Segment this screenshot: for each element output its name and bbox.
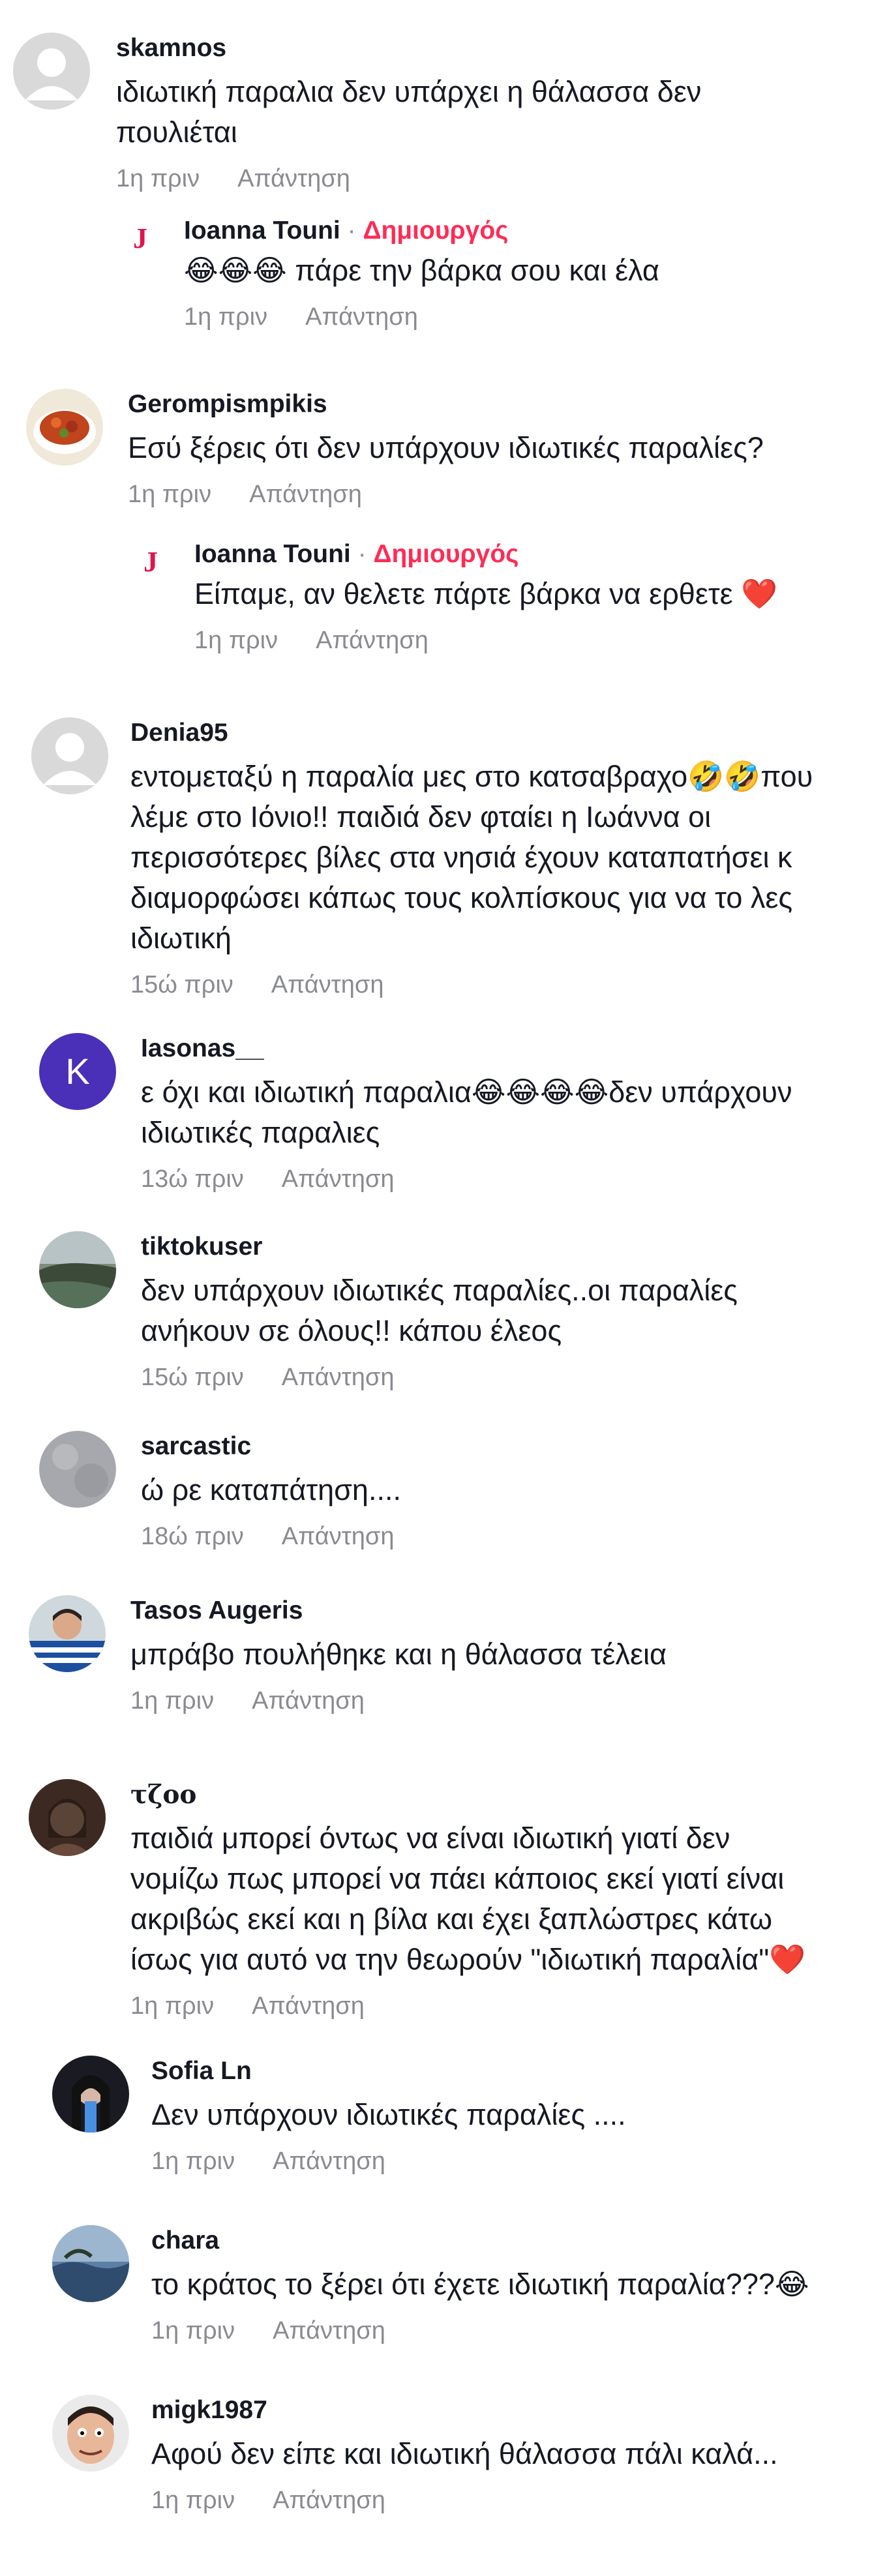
comment-text: Εσύ ξέρεις ότι δεν υπάρχουν ιδιωτικές πα…	[128, 431, 764, 464]
reply-button[interactable]: Απάντηση	[249, 481, 362, 508]
reply-button[interactable]: Απάντηση	[282, 1165, 395, 1193]
comment-meta: 13ώ πριν Απάντηση	[141, 1165, 395, 1193]
comment-meta: 1η πριν Απάντηση	[151, 2317, 385, 2344]
username[interactable]: Sofia Ln	[151, 2056, 874, 2087]
username[interactable]: Denia95	[130, 717, 874, 749]
avatar[interactable]	[52, 2225, 129, 2302]
avatar[interactable]	[39, 1431, 116, 1508]
reply-button[interactable]: Απάντηση	[252, 1687, 365, 1715]
reply-button[interactable]: Απάντηση	[273, 2317, 385, 2344]
comment-meta: 1η πριν Απάντηση	[184, 303, 418, 331]
comment-text: ε όχι και ιδιωτική παραλια😂😂😂😂δεν υπάρχο…	[141, 1075, 792, 1149]
avatar[interactable]	[39, 1231, 116, 1308]
comment-text: 😂😂😂 πάρε την βάρκα σου και έλα	[184, 254, 659, 287]
avatar[interactable]	[52, 2395, 129, 2472]
comment-text: εντομεταξύ η παραλία μες στο κατσαβραχο🤣…	[130, 760, 813, 955]
comment-text: παιδιά μπορεί όντως να είναι ιδιωτική γι…	[130, 1821, 806, 1976]
reply-button[interactable]: Απάντηση	[271, 971, 384, 998]
comment-meta: 15ώ πριν Απάντηση	[141, 1364, 395, 1391]
avatar-creator[interactable]: J	[128, 219, 157, 258]
username[interactable]: Tasos Augeris	[130, 1595, 874, 1626]
timestamp: 1η πριν	[116, 165, 200, 192]
username[interactable]: Gerompismpikis	[128, 389, 874, 420]
reply-button[interactable]: Απάντηση	[305, 303, 418, 331]
avatar[interactable]	[13, 33, 90, 110]
comment-meta: 1η πριν Απάντηση	[130, 1687, 365, 1715]
comment-meta: 15ώ πριν Απάντηση	[130, 971, 384, 998]
username[interactable]: Ioanna Touni · Δημιουργός	[184, 215, 874, 247]
comment-text: Δεν υπάρχουν ιδιωτικές παραλίες ....	[151, 2098, 626, 2131]
avatar-creator[interactable]: J	[138, 543, 167, 582]
comment-text: δεν υπάρχουν ιδιωτικές παραλίες..οι παρα…	[141, 1274, 738, 1347]
comment-meta: 1η πριν Απάντηση	[194, 627, 428, 654]
comment-text: ιδιωτική παραλια δεν υπάρχει η θάλασσα δ…	[116, 75, 702, 149]
reply-button[interactable]: Απάντηση	[282, 1523, 395, 1550]
comment-meta: 1η πριν Απάντηση	[130, 1992, 365, 2020]
comment-text: το κράτος το ξέρει ότι έχετε ιδιωτική πα…	[151, 2268, 809, 2301]
avatar[interactable]	[29, 1779, 106, 1856]
comment-text: μπράβο πουλήθηκε και η θάλασσα τέλεια	[130, 1638, 667, 1671]
avatar[interactable]	[31, 717, 108, 794]
creator-badge: Δημιουργός	[373, 540, 519, 568]
comment-meta: 1η πριν Απάντηση	[151, 2148, 385, 2175]
avatar[interactable]	[26, 389, 103, 466]
username[interactable]: τζoo	[130, 1779, 874, 1810]
comment-meta: 1η πριν Απάντηση	[116, 163, 874, 194]
username[interactable]: Iasonas__	[141, 1033, 874, 1064]
username[interactable]: migk1987	[151, 2395, 874, 2426]
username[interactable]: skamnos	[116, 33, 874, 64]
comment-text: Αφού δεν είπε και ιδιωτική θάλασσα πάλι …	[151, 2437, 778, 2470]
avatar[interactable]: K	[39, 1033, 116, 1110]
reply-button[interactable]: Απάντηση	[252, 1992, 365, 2020]
reply-button[interactable]: Απάντηση	[282, 1364, 395, 1391]
username[interactable]: tiktokuser	[141, 1231, 874, 1263]
comment-text: Είπαμε, αν θελετε πάρτε βάρκα να ερθετε …	[194, 577, 778, 610]
avatar[interactable]	[29, 1595, 106, 1672]
username[interactable]: Ioanna Touni · Δημιουργός	[194, 539, 874, 570]
comment-meta: 1η πριν Απάντηση	[151, 2487, 385, 2514]
avatar[interactable]	[52, 2056, 129, 2133]
comment-text: ώ ρε καταπάτηση....	[141, 1473, 401, 1506]
reply-button[interactable]: Απάντηση	[316, 627, 428, 654]
svg-text:J: J	[143, 546, 158, 578]
creator-badge: Δημιουργός	[363, 217, 509, 245]
svg-text:J: J	[133, 222, 147, 254]
comment-meta: 1η πριν Απάντηση	[128, 481, 362, 508]
reply-button[interactable]: Απάντηση	[237, 165, 350, 192]
username[interactable]: sarcastic	[141, 1431, 874, 1462]
reply-button[interactable]: Απάντηση	[273, 2148, 385, 2175]
comment-meta: 18ώ πριν Απάντηση	[141, 1523, 395, 1550]
username[interactable]: chara	[151, 2225, 874, 2256]
reply-button[interactable]: Απάντηση	[273, 2487, 385, 2514]
